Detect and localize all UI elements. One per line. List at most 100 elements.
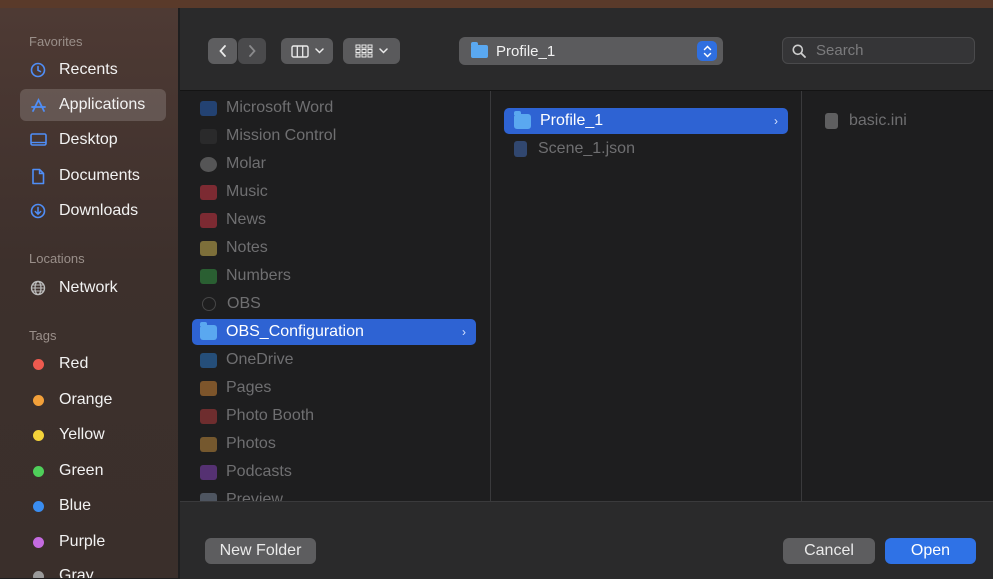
chevron-right-icon: › xyxy=(462,325,466,339)
sidebar-tag-gray[interactable]: Gray xyxy=(20,560,166,578)
sidebar-tag-blue[interactable]: Blue xyxy=(20,490,166,522)
toolbar: Profile_1 xyxy=(180,8,993,91)
list-item[interactable]: Music xyxy=(200,179,476,205)
tag-dot-icon xyxy=(32,358,44,370)
chevron-left-icon xyxy=(218,45,226,57)
list-item[interactable]: OneDrive xyxy=(200,347,476,373)
sidebar-item-applications[interactable]: Applications xyxy=(20,89,166,121)
sidebar-item-label: Red xyxy=(59,355,89,372)
sidebar-item-label: Yellow xyxy=(59,426,105,443)
path-popup-button[interactable]: Profile_1 xyxy=(459,37,723,65)
tag-dot-icon xyxy=(32,536,44,548)
desktop-icon xyxy=(28,133,48,147)
list-item[interactable]: Photo Booth xyxy=(200,403,476,429)
json-file-icon xyxy=(514,141,527,157)
tag-dot-icon xyxy=(32,394,44,406)
chevron-down-icon xyxy=(314,48,324,54)
folder-icon xyxy=(514,110,531,129)
new-folder-button[interactable]: New Folder xyxy=(205,538,316,564)
folder-icon xyxy=(200,321,217,340)
sidebar-item-network[interactable]: Network xyxy=(20,272,166,304)
folder-icon xyxy=(471,41,488,58)
news-icon xyxy=(200,212,217,228)
tag-dot-icon xyxy=(32,429,44,441)
sidebar-item-downloads[interactable]: Downloads xyxy=(20,195,166,227)
ini-file-icon xyxy=(825,113,838,129)
tag-dot-icon xyxy=(32,465,44,477)
network-icon xyxy=(28,280,48,296)
document-icon xyxy=(28,168,48,185)
search-field[interactable] xyxy=(782,37,975,64)
microsoft-word-icon xyxy=(200,100,217,116)
list-item-selected[interactable]: OBS_Configuration › xyxy=(192,319,476,345)
path-popup-label: Profile_1 xyxy=(496,42,556,60)
open-button[interactable]: Open xyxy=(885,538,976,564)
column-view-icon xyxy=(290,44,309,58)
list-item[interactable]: Pages xyxy=(200,375,476,401)
dialog-footer: New Folder Cancel Open xyxy=(180,501,993,579)
sidebar-tag-red[interactable]: Red xyxy=(20,348,166,380)
download-icon xyxy=(28,203,48,219)
preview-icon xyxy=(200,492,217,501)
list-item[interactable]: News xyxy=(200,207,476,233)
list-item[interactable]: Microsoft Word xyxy=(200,95,476,121)
molar-icon xyxy=(200,156,217,172)
group-icon xyxy=(355,44,373,58)
sidebar-tag-yellow[interactable]: Yellow xyxy=(20,419,166,451)
chevron-right-icon: › xyxy=(774,114,778,128)
sidebar-item-documents[interactable]: Documents xyxy=(20,160,166,192)
sidebar-item-recents[interactable]: Recents xyxy=(20,54,166,86)
list-item-selected[interactable]: Profile_1 › xyxy=(504,108,788,134)
cancel-button[interactable]: Cancel xyxy=(783,538,875,564)
sidebar-item-label: Orange xyxy=(59,391,113,408)
sidebar-item-label: Documents xyxy=(59,167,140,184)
list-item[interactable]: Numbers xyxy=(200,263,476,289)
applications-icon xyxy=(28,97,48,113)
tag-dot-icon xyxy=(32,500,44,512)
sidebar-item-label: Network xyxy=(59,279,118,296)
search-icon xyxy=(792,44,806,58)
column-profile-1: basic.ini xyxy=(802,91,993,501)
window-top-edge xyxy=(0,0,993,8)
music-icon xyxy=(200,184,217,200)
sidebar-tag-purple[interactable]: Purple xyxy=(20,526,166,558)
column-applications: Microsoft Word Mission Control Molar Mus… xyxy=(180,91,491,501)
list-item[interactable]: Mission Control xyxy=(200,123,476,149)
sidebar-item-desktop[interactable]: Desktop xyxy=(20,124,166,156)
view-mode-button[interactable] xyxy=(281,38,333,64)
sidebar-item-label: Recents xyxy=(59,61,118,78)
list-item[interactable]: Photos xyxy=(200,431,476,457)
list-item[interactable]: OBS xyxy=(200,291,476,317)
search-input[interactable] xyxy=(814,41,968,60)
back-button[interactable] xyxy=(208,38,237,64)
chevron-down-icon xyxy=(379,48,388,54)
list-item[interactable]: Scene_1.json xyxy=(514,136,788,162)
list-item[interactable]: Preview xyxy=(200,487,476,501)
list-item[interactable]: Molar xyxy=(200,151,476,177)
tag-dot-icon xyxy=(32,570,44,578)
sidebar-item-label: Gray xyxy=(59,567,94,578)
list-item[interactable]: Podcasts xyxy=(200,459,476,485)
clock-icon xyxy=(28,62,48,78)
notes-icon xyxy=(200,240,217,256)
sidebar-item-label: Downloads xyxy=(59,202,139,219)
pages-icon xyxy=(200,380,217,396)
list-item[interactable]: basic.ini xyxy=(825,108,985,134)
list-item[interactable]: Notes xyxy=(200,235,476,261)
up-down-chevron-icon xyxy=(697,41,717,61)
mission-control-icon xyxy=(200,128,217,144)
tags-section-title: Tags xyxy=(29,328,57,343)
sidebar-tag-green[interactable]: Green xyxy=(20,455,166,487)
onedrive-icon xyxy=(200,352,217,368)
sidebar-item-label: Purple xyxy=(59,533,106,550)
file-browser: Profile_1 Microsoft Word Mission Control… xyxy=(180,8,993,579)
group-button[interactable] xyxy=(343,38,400,64)
sidebar-item-label: Blue xyxy=(59,497,92,514)
chevron-right-icon xyxy=(249,45,256,57)
forward-button[interactable] xyxy=(238,38,266,64)
podcasts-icon xyxy=(200,464,217,480)
photos-icon xyxy=(200,436,217,452)
sidebar-tag-orange[interactable]: Orange xyxy=(20,384,166,416)
photo-booth-icon xyxy=(200,408,217,424)
obs-icon xyxy=(202,297,216,311)
